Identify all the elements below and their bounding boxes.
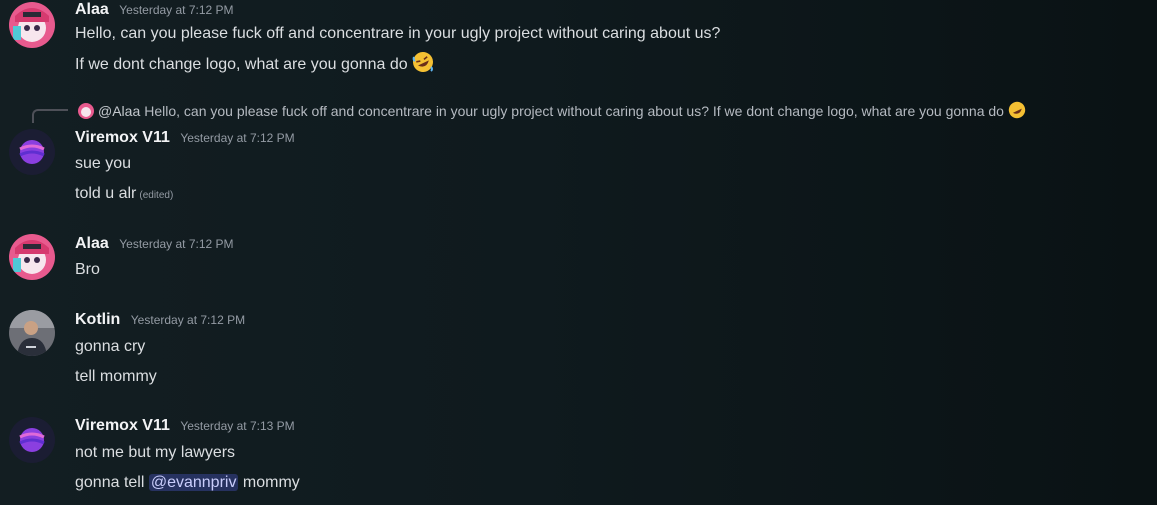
reply-avatar [78, 103, 94, 119]
avatar[interactable] [9, 417, 55, 463]
author-name[interactable]: Kotlin [75, 311, 120, 328]
timestamp: Yesterday at 7:13 PM [180, 419, 295, 433]
message-line: sue you [75, 155, 132, 172]
message-line: gonna cry [75, 338, 146, 355]
timestamp: Yesterday at 7:12 PM [180, 131, 295, 145]
message-line: Bro [75, 261, 100, 278]
reply-connector [32, 109, 68, 123]
timestamp: Yesterday at 7:12 PM [119, 237, 234, 251]
rofl-emoji-icon [1008, 101, 1026, 119]
message-text: mommy [238, 474, 300, 491]
timestamp: Yesterday at 7:12 PM [130, 313, 246, 327]
message-text: gonna tell [75, 474, 149, 491]
message-line: Hello, can you please fuck off and conce… [75, 25, 721, 42]
message-text: told u alr [75, 185, 137, 202]
author-name[interactable]: Viremox V11 [75, 129, 170, 146]
author-name[interactable]: Alaa [75, 235, 109, 252]
author-name[interactable]: Alaa [75, 1, 109, 18]
avatar[interactable] [9, 129, 55, 175]
user-mention[interactable]: @evannpriv [148, 474, 239, 491]
reply-preview[interactable]: @Alaa Hello, can you please fuck off and … [78, 101, 1026, 119]
message-line-edited: told u alr (edited) [75, 185, 173, 203]
reply-mention[interactable]: @Alaa [98, 103, 140, 119]
timestamp: Yesterday at 7:12 PM [119, 3, 234, 17]
edited-label: (edited) [139, 190, 174, 201]
author-name[interactable]: Viremox V11 [75, 417, 170, 434]
reply-text: Hello, can you please fuck off and conce… [144, 103, 1004, 119]
avatar[interactable] [9, 234, 55, 280]
message-text: If we dont change logo, what are you gon… [75, 56, 408, 73]
message-line-with-mention: gonna tell @evannpriv mommy [75, 474, 300, 492]
message-line: not me but my lawyers [75, 444, 236, 461]
message-line-with-emoji: If we dont change logo, what are you gon… [75, 51, 434, 74]
avatar[interactable] [9, 310, 55, 356]
avatar[interactable] [9, 2, 55, 48]
message-line: tell mommy [75, 368, 157, 385]
rofl-emoji-icon [412, 51, 434, 73]
